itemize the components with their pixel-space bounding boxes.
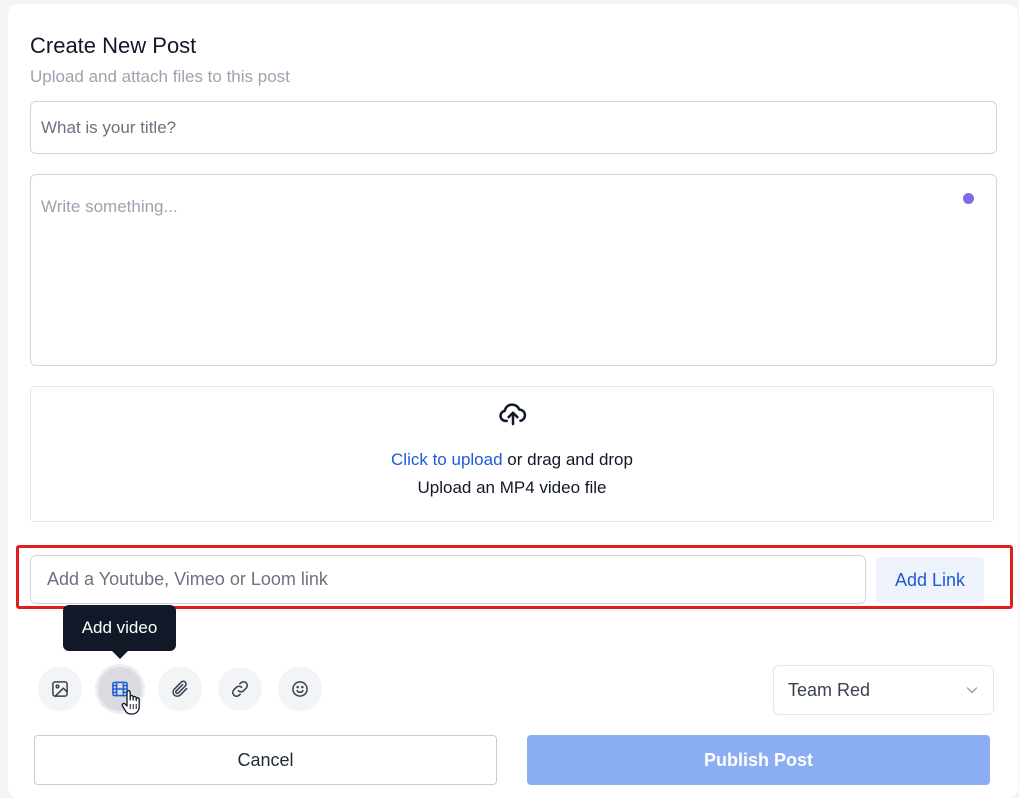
tooltip-arrow [112, 651, 128, 659]
upload-dropzone[interactable]: Click to upload or drag and drop Upload … [30, 386, 994, 522]
upload-hint: Upload an MP4 video file [417, 478, 607, 497]
add-link-button[interactable]: Add Link [876, 557, 984, 603]
body-textarea[interactable] [30, 174, 997, 366]
link-icon [231, 680, 249, 698]
status-dot [963, 193, 974, 204]
video-link-input[interactable] [30, 555, 866, 604]
publish-post-button[interactable]: Publish Post [527, 735, 990, 785]
emoji-icon [292, 681, 308, 697]
chevron-down-icon [966, 687, 978, 694]
cancel-button[interactable]: Cancel [34, 735, 497, 785]
page-title: Create New Post [30, 33, 197, 58]
add-image-button[interactable] [38, 667, 82, 711]
click-to-upload-link[interactable]: Click to upload [391, 450, 503, 469]
attach-file-button[interactable] [158, 667, 202, 711]
title-input[interactable] [30, 101, 997, 154]
paperclip-icon [172, 680, 188, 698]
image-icon [52, 681, 68, 697]
insert-link-button[interactable] [218, 667, 262, 711]
upload-instructions: Click to upload or drag and drop [31, 450, 993, 470]
hand-cursor-icon [121, 690, 140, 715]
drag-drop-text: or drag and drop [502, 450, 633, 469]
team-select-value: Team Red [788, 679, 871, 700]
team-select[interactable]: Team Red [773, 665, 994, 715]
add-video-tooltip: Add video [63, 605, 176, 651]
page-subtitle: Upload and attach files to this post [30, 67, 290, 86]
insert-emoji-button[interactable] [278, 667, 322, 711]
cloud-upload-icon [499, 403, 527, 426]
